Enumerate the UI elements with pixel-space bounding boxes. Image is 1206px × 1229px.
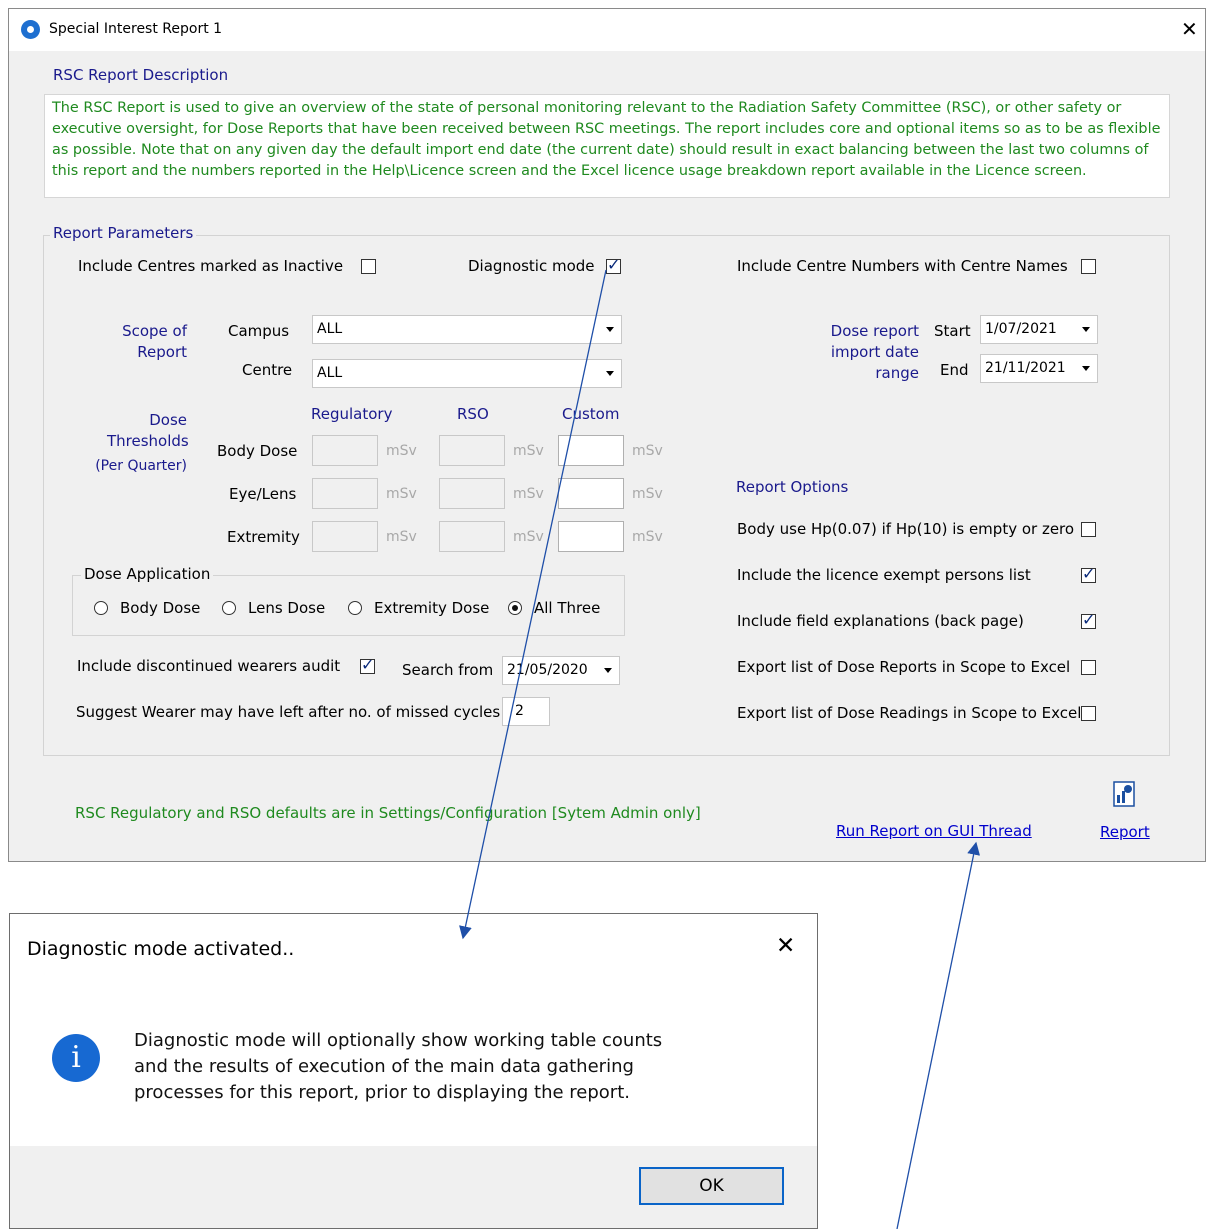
arrow-diagnostic-to-dialog: [459, 269, 607, 940]
arrow-to-gui-thread-link: [896, 841, 981, 1229]
annotation-arrows: [459, 269, 981, 1229]
